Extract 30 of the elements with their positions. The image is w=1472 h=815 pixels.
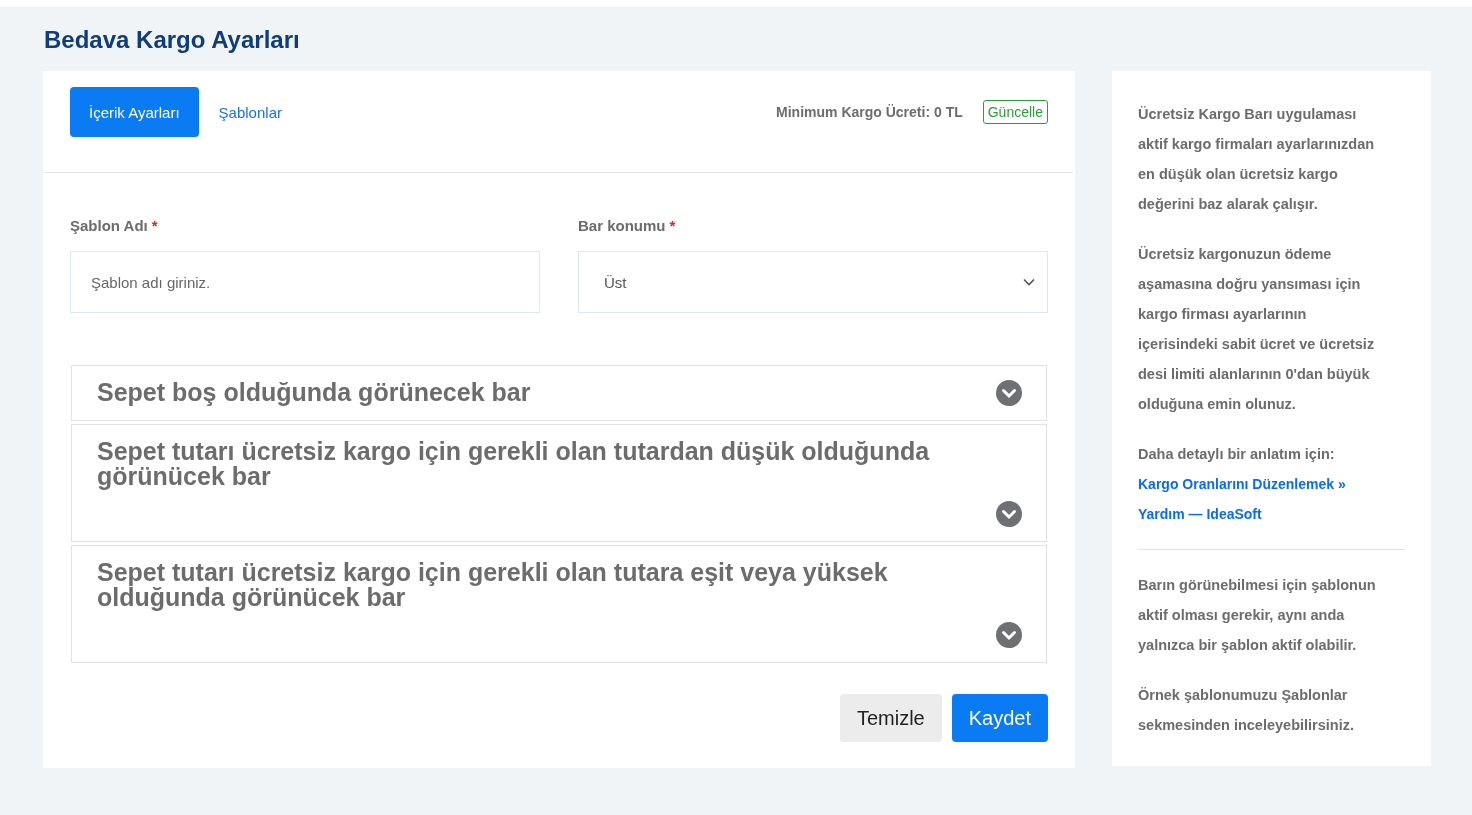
- chevron-down-icon: [996, 380, 1022, 406]
- clear-button[interactable]: Temizle: [839, 694, 942, 742]
- field-label: Bar konumu: [578, 217, 666, 234]
- info-text: Barın görünebilmesi için şablonun aktif olması gerekir, aynı anda yalnızca bir şablon aktif olabilir.: [1138, 576, 1377, 655]
- tab[interactable]: Şablonlar: [199, 87, 301, 137]
- chevron-down-icon: [1023, 278, 1035, 286]
- update-button[interactable]: Güncelle: [982, 100, 1048, 124]
- minimum-shipping-fee: Minimum Kargo Ücreti: 0 TL: [776, 104, 963, 120]
- field-label: Şablon Adı: [70, 217, 148, 234]
- tab[interactable]: İçerik Ayarları: [70, 87, 199, 137]
- section-title: Sepet boş olduğunda görünecek bar: [97, 380, 532, 406]
- save-button[interactable]: Kaydet: [951, 694, 1048, 742]
- page-title: Bedava Kargo Ayarları: [44, 25, 301, 55]
- chevron-down-icon: [996, 501, 1022, 527]
- info-text: Ücretsiz kargonuzun ödeme aşamasına doğru yansıması için kargo firması ayarlarının içerisindeki sabit ücret ve ücretsiz desi limiti alanlarının 0'dan büyük olduğuna emin olunuz.: [1138, 245, 1376, 414]
- section-header[interactable]: Sepet boş olduğunda görünecek bar: [71, 365, 1047, 421]
- section-title: Sepet tutarı ücretsiz kargo için gerekli olan tutara eşit veya yüksek olduğunda görünücek bar: [97, 560, 889, 610]
- section-title: Sepet tutarı ücretsiz kargo için gerekli olan tutardan düşük olduğunda görünücek bar: [97, 439, 931, 489]
- help-link[interactable]: Yardım — IdeaSoft: [1138, 499, 1405, 529]
- required-mark: *: [151, 217, 158, 234]
- section-header[interactable]: Sepet tutarı ücretsiz kargo için gerekli olan tutardan düşük olduğunda görünücek bar: [71, 424, 1047, 542]
- input-field[interactable]: Şablon adı giriniz.: [70, 251, 540, 313]
- required-mark: *: [669, 217, 676, 234]
- help-link[interactable]: Kargo Oranlarını Düzenlemek »: [1138, 469, 1405, 499]
- select-field[interactable]: Üst: [578, 251, 1048, 313]
- info-text: Ücretsiz Kargo Barı uygulaması aktif kargo firmaları ayarlarınızdan en düşük olan ücretsiz kargo değerini baz alarak çalışır.: [1138, 105, 1376, 214]
- info-text: Daha detaylı bir anlatım için:: [1138, 445, 1336, 464]
- chevron-down-icon: [996, 622, 1022, 648]
- info-text: Örnek şablonumuzu Şablonlar sekmesinden inceleyebilirsiniz.: [1138, 686, 1355, 735]
- section-header[interactable]: Sepet tutarı ücretsiz kargo için gerekli olan tutara eşit veya yüksek olduğunda görünücek bar: [71, 545, 1047, 663]
